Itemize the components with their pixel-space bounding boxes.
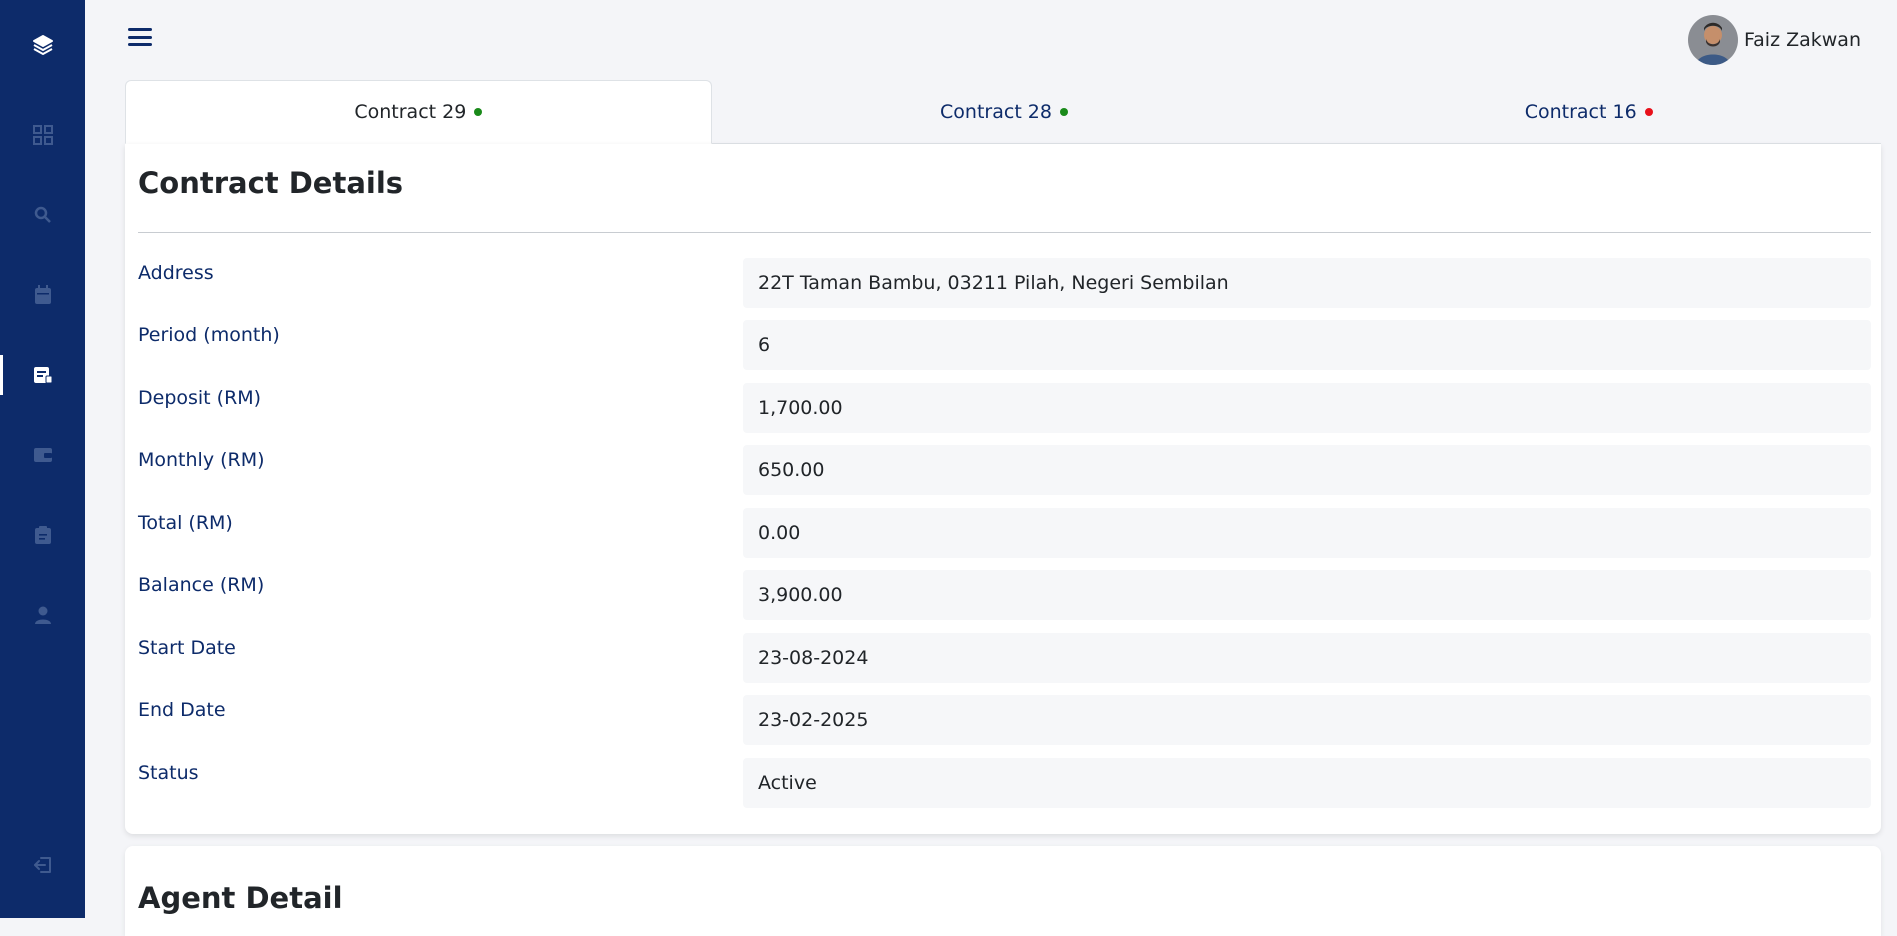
tab-contract-28[interactable]: Contract 28 [711,80,1297,144]
field-label: End Date [138,699,226,721]
field-label: Balance (RM) [138,574,265,596]
field-value: 23-02-2025 [743,695,1871,745]
field-value: 6 [743,320,1871,370]
user-name: Faiz Zakwan [1743,29,1861,51]
tab-contract-16[interactable]: Contract 16 [1296,80,1882,144]
field-value: Active [743,758,1871,808]
search-icon [34,206,51,223]
app-logo[interactable] [0,28,85,62]
field-label: Status [138,762,199,784]
sidebar-item-dashboard[interactable] [0,115,85,155]
section-title: Agent Detail [138,881,343,915]
sidebar-item-calendar[interactable] [0,275,85,315]
field-label: Monthly (RM) [138,449,265,471]
field-value: 1,700.00 [743,383,1871,433]
sidebar-item-clipboard[interactable] [0,515,85,555]
tab-label: Contract 16 [1524,100,1637,123]
sidebar-item-search[interactable] [0,195,85,235]
field-value: 3,900.00 [743,570,1871,620]
detail-row-period: Period (month) 6 [138,320,1871,370]
detail-row-end-date: End Date 23-02-2025 [138,695,1871,745]
calendar-icon [34,285,51,304]
field-label: Start Date [138,637,236,659]
detail-row-start-date: Start Date 23-08-2024 [138,633,1871,683]
detail-row-status: Status Active [138,758,1871,808]
contract-tabs: Contract 29 Contract 28 Contract 16 [125,80,1882,144]
field-value: 22T Taman Bambu, 03211 Pilah, Negeri Sem… [743,258,1871,308]
section-title: Contract Details [138,166,404,200]
tab-label: Contract 28 [940,100,1052,123]
hamburger-menu-icon[interactable] [128,26,152,48]
user-icon [34,606,51,624]
detail-row-total: Total (RM) 0.00 [138,508,1871,558]
status-dot [474,108,483,116]
tab-contract-29[interactable]: Contract 29 [125,80,712,144]
divider [138,232,1871,233]
sidebar-item-contracts[interactable] [0,355,85,395]
field-label: Period (month) [138,324,280,346]
detail-row-balance: Balance (RM) 3,900.00 [138,570,1871,620]
logout-button[interactable] [0,845,85,885]
logout-icon [33,857,51,873]
detail-row-deposit: Deposit (RM) 1,700.00 [138,383,1871,433]
field-label: Address [138,262,214,284]
tab-label: Contract 29 [354,101,467,123]
status-dot [1644,107,1653,116]
field-label: Deposit (RM) [138,387,262,409]
user-menu[interactable]: Faiz Zakwan [1687,15,1861,65]
avatar [1687,15,1738,65]
detail-row-address: Address 22T Taman Bambu, 03211 Pilah, Ne… [138,258,1871,308]
field-label: Total (RM) [138,512,233,534]
field-value: 0.00 [743,508,1871,558]
field-value: 23-08-2024 [743,633,1871,683]
layers-icon [32,35,53,55]
contract-details-card: Contract Details Address 22T Taman Bambu… [125,144,1881,834]
wallet-icon [33,448,52,462]
top-bar: Faiz Zakwan [85,0,1897,78]
contract-receipt-icon [33,367,52,384]
sidebar-item-wallet[interactable] [0,435,85,475]
dashboard-grid-icon [32,125,53,145]
sidebar [0,0,85,918]
clipboard-icon [34,526,51,544]
field-value: 650.00 [743,445,1871,495]
sidebar-item-profile[interactable] [0,595,85,635]
agent-detail-card: Agent Detail [125,846,1881,936]
detail-row-monthly: Monthly (RM) 650.00 [138,445,1871,495]
status-dot [1059,107,1068,116]
